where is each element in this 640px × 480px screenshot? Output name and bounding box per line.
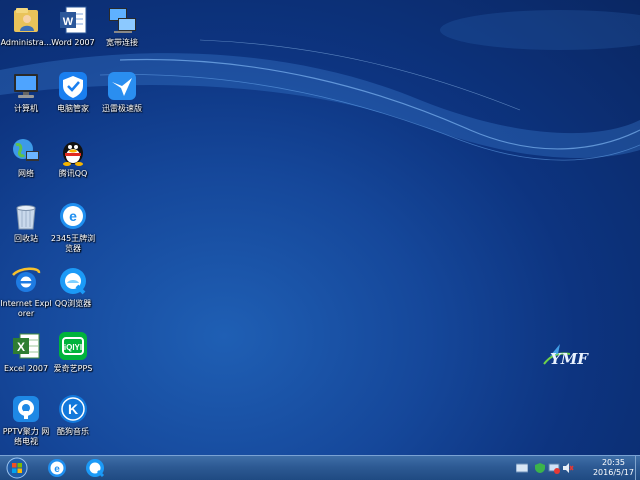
system-tray: 20:35 2016/5/17	[510, 456, 640, 480]
svg-text:YMF: YMF	[550, 350, 589, 368]
icon-label: Excel 2007	[3, 364, 49, 373]
start-button[interactable]	[2, 457, 32, 479]
ie-icon	[12, 267, 41, 292]
desktop-icon-pptv[interactable]: PPTV聚力 网络电视	[0, 393, 52, 447]
icon-label: 网络	[18, 169, 34, 178]
desktop-icon-internet-explorer[interactable]: Internet Explorer	[0, 265, 52, 319]
svg-text:K: K	[68, 401, 78, 417]
desktop-icon-thunder[interactable]: 迅雷极速版	[96, 70, 148, 114]
security-icon[interactable]	[534, 462, 546, 474]
taskbar-qq-browser-icon[interactable]	[84, 457, 106, 479]
svg-text:e: e	[69, 208, 77, 224]
icon-label: QQ浏览器	[54, 299, 92, 308]
recycle-bin-icon	[16, 205, 36, 230]
icon-label: 腾讯QQ	[58, 169, 88, 178]
user-folder-icon	[14, 8, 38, 32]
desktop-icon-qq[interactable]: 腾讯QQ	[47, 135, 99, 179]
icon-label: Administra...	[0, 38, 52, 47]
computer-icon	[14, 74, 38, 98]
icon-label: 酷狗音乐	[57, 427, 89, 436]
clock-time: 20:35	[601, 458, 626, 467]
volume-icon[interactable]	[562, 462, 574, 474]
icon-label: 迅雷极速版	[102, 104, 142, 113]
desktop-icon-pc-manager[interactable]: 电脑管家	[47, 70, 99, 114]
taskbar: e 20:35 2016/5/17	[0, 455, 640, 480]
desktop-icon-2345-browser[interactable]: e 2345王牌浏览器	[47, 200, 99, 254]
icon-label: 爱奇艺PPS	[53, 364, 93, 373]
browser-2345-icon: e	[60, 203, 86, 229]
show-desktop-button[interactable]	[635, 456, 640, 480]
svg-text:e: e	[54, 464, 60, 475]
icon-label: 宽带连接	[106, 38, 138, 47]
pc-manager-icon	[59, 72, 87, 100]
clock-date: 2016/5/17	[592, 468, 634, 477]
svg-text:X: X	[17, 340, 25, 354]
wallpaper-logo: YMF	[543, 344, 589, 368]
desktop-icon-qq-browser[interactable]: QQ浏览器	[47, 265, 99, 309]
desktop-icon-administrator[interactable]: Administra...	[0, 4, 52, 48]
desktop-icon-computer[interactable]: 计算机	[0, 70, 52, 114]
desktop-icon-kugou[interactable]: K 酷狗音乐	[47, 393, 99, 437]
desktop[interactable]: Administra... 计算机 网络 回收站 Internet Explor…	[0, 0, 640, 480]
icon-label: Internet Explorer	[0, 299, 52, 318]
desktop-icon-recycle-bin[interactable]: 回收站	[0, 200, 52, 244]
broadband-icon	[109, 8, 136, 33]
kugou-icon: K	[59, 395, 87, 423]
qq-browser-icon	[60, 268, 86, 295]
keyboard-icon[interactable]	[516, 463, 528, 473]
icon-label: PPTV聚力 网络电视	[2, 427, 50, 446]
taskbar-clock[interactable]: 20:35 2016/5/17	[593, 458, 634, 478]
taskbar-2345-browser-icon[interactable]: e	[46, 457, 68, 479]
qq-icon	[63, 142, 83, 166]
iqiyi-icon: iQIYI	[59, 332, 87, 360]
pptv-icon	[13, 396, 39, 422]
icon-label: 回收站	[14, 234, 38, 243]
network-icon	[13, 139, 39, 161]
svg-text:W: W	[63, 16, 74, 28]
icon-label: Word 2007	[51, 38, 95, 47]
word-icon: W	[60, 6, 87, 34]
icon-label: 2345王牌浏览器	[50, 234, 96, 253]
desktop-icon-broadband[interactable]: 宽带连接	[96, 4, 148, 48]
icon-label: 计算机	[14, 104, 38, 113]
icon-label: 电脑管家	[57, 104, 89, 113]
desktop-icon-network[interactable]: 网络	[0, 135, 52, 179]
excel-icon: X	[13, 333, 40, 359]
desktop-icon-excel-2007[interactable]: X Excel 2007	[0, 330, 52, 374]
desktop-icon-iqiyi-pps[interactable]: iQIYI 爱奇艺PPS	[47, 330, 99, 374]
network-tray-icon[interactable]	[548, 462, 560, 474]
desktop-icon-word-2007[interactable]: W Word 2007	[47, 4, 99, 48]
thunder-icon	[108, 72, 136, 100]
svg-text:iQIYI: iQIYI	[64, 343, 82, 352]
